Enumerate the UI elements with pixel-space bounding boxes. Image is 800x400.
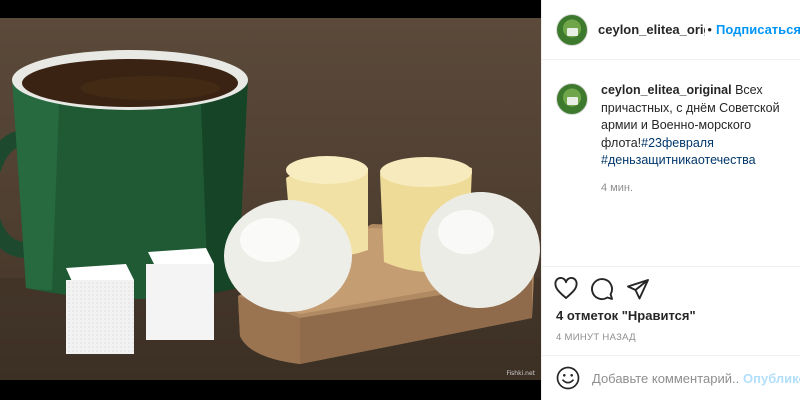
photo-illustration xyxy=(0,50,541,380)
hashtag-link[interactable]: #23февраля xyxy=(641,136,714,150)
post-header: ceylon_elitea_origi • Подписаться xyxy=(542,0,800,60)
heart-icon[interactable] xyxy=(554,277,578,301)
caption-text: ceylon_elitea_original Всех причастных, … xyxy=(601,82,787,170)
post-media: Fishki.net xyxy=(0,0,541,400)
author-avatar[interactable] xyxy=(556,13,588,46)
post-photo[interactable]: Fishki.net xyxy=(0,18,541,380)
caption-author-avatar[interactable] xyxy=(556,83,588,115)
caption-body: ceylon_elitea_original Всех причастных, … xyxy=(601,82,787,194)
header-username-link[interactable]: ceylon_elitea_origi xyxy=(598,22,705,37)
publish-button[interactable]: Опублико xyxy=(743,371,800,386)
post-actions-bar xyxy=(542,266,800,311)
caption-username-link[interactable]: ceylon_elitea_original xyxy=(601,83,732,97)
comments-section: ceylon_elitea_original Всех причастных, … xyxy=(542,61,800,266)
caption-comment: ceylon_elitea_original Всех причастных, … xyxy=(556,82,787,194)
post-side-panel: ceylon_elitea_origi • Подписаться ceylon… xyxy=(541,0,800,400)
add-comment-bar: Опублико xyxy=(542,355,800,400)
post-timestamp[interactable]: 4 МИНУТ НАЗАД xyxy=(556,332,636,343)
separator-dot: • xyxy=(707,22,712,37)
emoji-icon[interactable] xyxy=(556,366,580,390)
sugar-cube-left xyxy=(66,264,134,354)
comment-icon[interactable] xyxy=(590,277,614,301)
caption-timestamp: 4 мин. xyxy=(601,181,634,194)
follow-button[interactable]: Подписаться xyxy=(716,22,800,37)
hashtag-link[interactable]: #деньзащитникаотечества xyxy=(601,153,756,167)
likes-count[interactable]: 4 отметок "Нравится" xyxy=(556,308,696,323)
photo-watermark: Fishki.net xyxy=(506,370,535,377)
share-icon[interactable] xyxy=(626,277,650,301)
comment-input[interactable] xyxy=(592,370,740,386)
sugar-cube-right xyxy=(146,248,214,340)
